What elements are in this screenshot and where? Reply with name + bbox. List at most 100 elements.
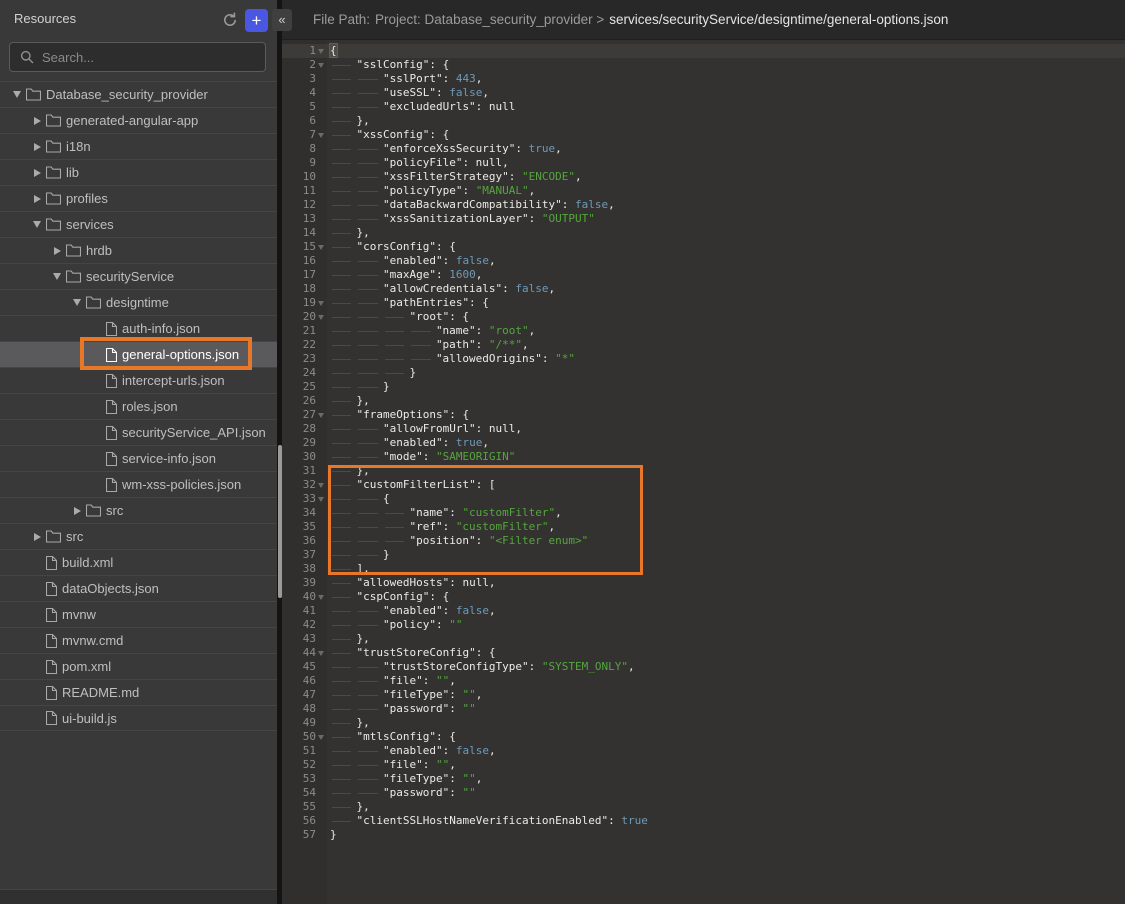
expand-arrow-icon[interactable] <box>34 195 41 203</box>
fold-arrow-icon[interactable] <box>316 646 327 660</box>
sidebar-horizontal-scrollbar[interactable] <box>0 889 277 904</box>
tree-item-profiles[interactable]: profiles <box>0 185 277 211</box>
tree-item-mvnw.cmd[interactable]: mvnw.cmd <box>0 627 277 653</box>
code-line-25[interactable]: 25} <box>282 380 1125 394</box>
tree-item-lib[interactable]: lib <box>0 159 277 185</box>
code-line-38[interactable]: 38], <box>282 562 1125 576</box>
code-line-44[interactable]: 44"trustStoreConfig": { <box>282 646 1125 660</box>
search-box[interactable] <box>9 42 266 72</box>
code-line-41[interactable]: 41"enabled": false, <box>282 604 1125 618</box>
code-line-13[interactable]: 13"xssSanitizationLayer": "OUTPUT" <box>282 212 1125 226</box>
expand-arrow-icon[interactable] <box>34 533 41 541</box>
code-line-46[interactable]: 46"file": "", <box>282 674 1125 688</box>
code-line-1[interactable]: 1{ <box>282 44 1125 58</box>
tree-item-services[interactable]: services <box>0 211 277 237</box>
tree-item-pom.xml[interactable]: pom.xml <box>0 653 277 679</box>
code-line-49[interactable]: 49}, <box>282 716 1125 730</box>
code-line-29[interactable]: 29"enabled": true, <box>282 436 1125 450</box>
code-line-55[interactable]: 55}, <box>282 800 1125 814</box>
collapse-arrow-icon[interactable] <box>13 91 21 98</box>
collapse-arrow-icon[interactable] <box>73 299 81 306</box>
fold-arrow-icon[interactable] <box>316 590 327 604</box>
code-line-24[interactable]: 24} <box>282 366 1125 380</box>
search-input[interactable] <box>42 50 265 65</box>
code-line-21[interactable]: 21"name": "root", <box>282 324 1125 338</box>
fold-arrow-icon[interactable] <box>316 478 327 492</box>
collapse-panel-button[interactable]: « <box>272 9 292 31</box>
code-line-4[interactable]: 4"useSSL": false, <box>282 86 1125 100</box>
code-line-43[interactable]: 43}, <box>282 632 1125 646</box>
tree-item-README.md[interactable]: README.md <box>0 679 277 705</box>
collapse-arrow-icon[interactable] <box>53 273 61 280</box>
code-line-51[interactable]: 51"enabled": false, <box>282 744 1125 758</box>
tree-item-Database_security_provider[interactable]: Database_security_provider <box>0 81 277 107</box>
code-line-16[interactable]: 16"enabled": false, <box>282 254 1125 268</box>
code-line-6[interactable]: 6}, <box>282 114 1125 128</box>
code-line-19[interactable]: 19"pathEntries": { <box>282 296 1125 310</box>
collapse-arrow-icon[interactable] <box>33 221 41 228</box>
code-editor[interactable]: 1{2"sslConfig": {3"sslPort": 443,4"useSS… <box>282 40 1125 904</box>
code-line-8[interactable]: 8"enforceXssSecurity": true, <box>282 142 1125 156</box>
tree-item-auth-info.json[interactable]: auth-info.json <box>0 315 277 341</box>
fold-arrow-icon[interactable] <box>316 128 327 142</box>
fold-arrow-icon[interactable] <box>316 44 327 58</box>
tree-item-src[interactable]: src <box>0 523 277 549</box>
expand-arrow-icon[interactable] <box>34 143 41 151</box>
code-line-20[interactable]: 20"root": { <box>282 310 1125 324</box>
code-line-9[interactable]: 9"policyFile": null, <box>282 156 1125 170</box>
code-line-22[interactable]: 22"path": "/**", <box>282 338 1125 352</box>
code-line-39[interactable]: 39"allowedHosts": null, <box>282 576 1125 590</box>
code-line-50[interactable]: 50"mtlsConfig": { <box>282 730 1125 744</box>
code-line-34[interactable]: 34"name": "customFilter", <box>282 506 1125 520</box>
tree-item-hrdb[interactable]: hrdb <box>0 237 277 263</box>
code-line-52[interactable]: 52"file": "", <box>282 758 1125 772</box>
code-line-27[interactable]: 27"frameOptions": { <box>282 408 1125 422</box>
tree-item-src[interactable]: src <box>0 497 277 523</box>
code-line-36[interactable]: 36"position": "<Filter enum>" <box>282 534 1125 548</box>
code-line-30[interactable]: 30"mode": "SAMEORIGIN" <box>282 450 1125 464</box>
code-line-12[interactable]: 12"dataBackwardCompatibility": false, <box>282 198 1125 212</box>
tree-item-roles.json[interactable]: roles.json <box>0 393 277 419</box>
expand-arrow-icon[interactable] <box>34 117 41 125</box>
code-line-37[interactable]: 37} <box>282 548 1125 562</box>
code-line-56[interactable]: 56"clientSSLHostNameVerificationEnabled"… <box>282 814 1125 828</box>
tree-item-generated-angular-app[interactable]: generated-angular-app <box>0 107 277 133</box>
fold-arrow-icon[interactable] <box>316 730 327 744</box>
code-line-47[interactable]: 47"fileType": "", <box>282 688 1125 702</box>
code-line-28[interactable]: 28"allowFromUrl": null, <box>282 422 1125 436</box>
code-line-33[interactable]: 33{ <box>282 492 1125 506</box>
tree-item-wm-xss-policies.json[interactable]: wm-xss-policies.json <box>0 471 277 497</box>
code-line-26[interactable]: 26}, <box>282 394 1125 408</box>
code-line-42[interactable]: 42"policy": "" <box>282 618 1125 632</box>
code-line-35[interactable]: 35"ref": "customFilter", <box>282 520 1125 534</box>
expand-arrow-icon[interactable] <box>74 507 81 515</box>
tree-item-securityService[interactable]: securityService <box>0 263 277 289</box>
add-button[interactable]: + <box>245 9 268 32</box>
code-line-17[interactable]: 17"maxAge": 1600, <box>282 268 1125 282</box>
code-line-3[interactable]: 3"sslPort": 443, <box>282 72 1125 86</box>
code-line-31[interactable]: 31}, <box>282 464 1125 478</box>
code-line-54[interactable]: 54"password": "" <box>282 786 1125 800</box>
tree-item-i18n[interactable]: i18n <box>0 133 277 159</box>
tree-item-service-info.json[interactable]: service-info.json <box>0 445 277 471</box>
code-line-23[interactable]: 23"allowedOrigins": "*" <box>282 352 1125 366</box>
tree-item-intercept-urls.json[interactable]: intercept-urls.json <box>0 367 277 393</box>
fold-arrow-icon[interactable] <box>316 240 327 254</box>
code-line-45[interactable]: 45"trustStoreConfigType": "SYSTEM_ONLY", <box>282 660 1125 674</box>
code-line-57[interactable]: 57} <box>282 828 1125 842</box>
code-line-18[interactable]: 18"allowCredentials": false, <box>282 282 1125 296</box>
expand-arrow-icon[interactable] <box>54 247 61 255</box>
fold-arrow-icon[interactable] <box>316 408 327 422</box>
sidebar-scrollbar-thumb[interactable] <box>278 445 282 598</box>
tree-item-securityService_API.json[interactable]: securityService_API.json <box>0 419 277 445</box>
tree-item-build.xml[interactable]: build.xml <box>0 549 277 575</box>
code-line-32[interactable]: 32"customFilterList": [ <box>282 478 1125 492</box>
code-line-40[interactable]: 40"cspConfig": { <box>282 590 1125 604</box>
fold-arrow-icon[interactable] <box>316 58 327 72</box>
fold-arrow-icon[interactable] <box>316 310 327 324</box>
refresh-button[interactable] <box>220 11 240 31</box>
tree-item-designtime[interactable]: designtime <box>0 289 277 315</box>
fold-arrow-icon[interactable] <box>316 296 327 310</box>
tree-item-mvnw[interactable]: mvnw <box>0 601 277 627</box>
code-line-15[interactable]: 15"corsConfig": { <box>282 240 1125 254</box>
